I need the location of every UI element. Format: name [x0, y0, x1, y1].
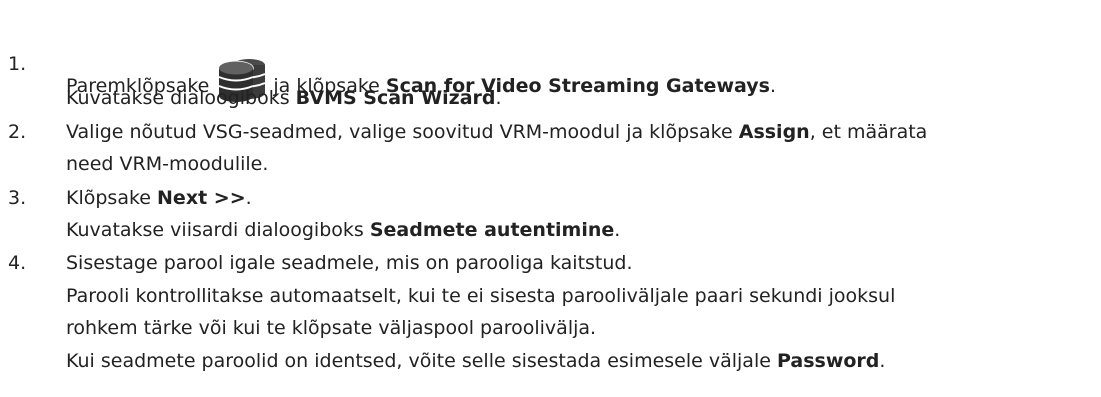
step-line: Parooli kontrollitakse automaatselt, kui… [66, 284, 895, 310]
ui-term: BVMS Scan Wizard [295, 87, 496, 109]
step-text: Sisestage parool igale seadmele, mis on … [66, 252, 633, 274]
step-text: Kui seadmete paroolid on identsed, võite… [66, 350, 777, 372]
step-text: rohkem tärke või kui te klõpsate väljasp… [66, 317, 597, 339]
step-text: . [495, 87, 502, 109]
step-number: 4. [8, 252, 27, 274]
step-line: Kuvatakse dialoogiboks BVMS Scan Wizard. [66, 86, 502, 112]
step-text: . [879, 350, 886, 372]
step-text: Klõpsake [66, 187, 158, 209]
step-line: Kuvatakse viisardi dialoogiboks Seadmete… [66, 218, 620, 244]
step-line: Paremklõpsake ja klõpsake Scan for Video… [66, 52, 776, 102]
step-text: , et määrata [809, 121, 928, 143]
step-line: Valige nõutud VSG-seadmed, valige soovit… [66, 120, 927, 146]
step-text: Kuvatakse viisardi dialoogiboks [66, 219, 370, 241]
step-number: 3. [8, 187, 27, 209]
ui-term: Seadmete autentimine [369, 219, 615, 241]
step-text: need VRM-moodulile. [66, 153, 269, 175]
step-text: . [614, 219, 621, 241]
step-line: Sisestage parool igale seadmele, mis on … [66, 251, 633, 277]
step-line: Klõpsake Next >>. [66, 186, 252, 212]
step-text: Parooli kontrollitakse automaatselt, kui… [66, 285, 896, 307]
ui-term: Assign [738, 121, 810, 143]
step-number: 1. [8, 53, 27, 75]
step-line: rohkem tärke või kui te klõpsate väljasp… [66, 316, 596, 342]
step-text: Kuvatakse dialoogiboks [66, 87, 296, 109]
step-number: 2. [8, 121, 27, 143]
step-line: Kui seadmete paroolid on identsed, võite… [66, 349, 885, 375]
ui-term: Password [776, 350, 880, 372]
step-text: . [245, 187, 252, 209]
step-text: Valige nõutud VSG-seadmed, valige soovit… [66, 121, 739, 143]
step-text: . [769, 75, 776, 97]
ui-term: Next >> [157, 187, 246, 209]
step-line: need VRM-moodulile. [66, 152, 268, 178]
